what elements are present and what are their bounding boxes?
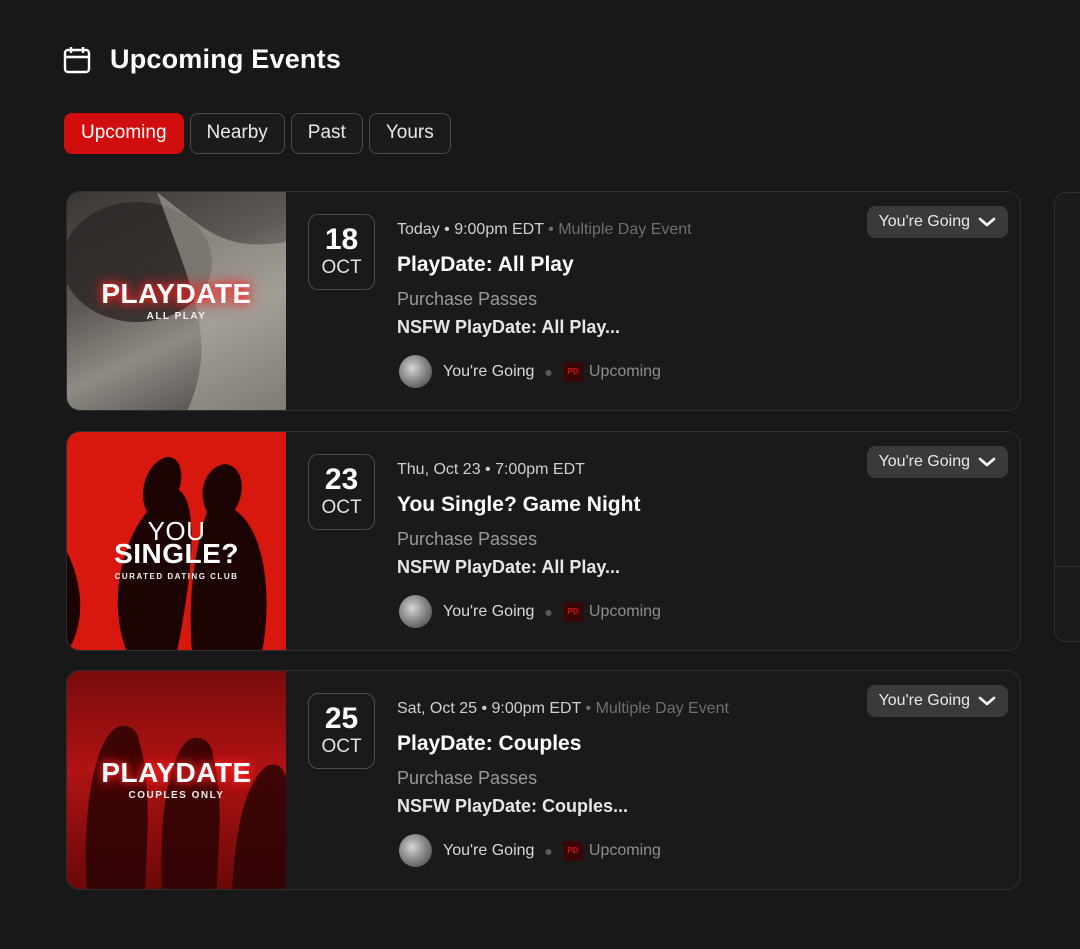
purchase-passes-link[interactable]: Purchase Passes	[397, 529, 537, 550]
event-status: Upcoming	[588, 841, 661, 859]
side-panel	[1054, 192, 1080, 642]
event-meta: Today • 9:00pm EDT • Multiple Day Event	[397, 221, 692, 239]
date-month: OCT	[321, 257, 362, 278]
event-image-subtitle: COUPLES ONLY	[128, 790, 225, 801]
event-image[interactable]: PLAYDATE COUPLES ONLY	[67, 671, 286, 889]
event-image[interactable]: PLAYDATE ALL PLAY	[67, 192, 286, 410]
rsvp-dropdown[interactable]: You're Going	[866, 446, 1008, 478]
event-organizer[interactable]: NSFW PlayDate: All Play...	[397, 317, 620, 338]
event-tabs: Upcoming Nearby Past Yours	[64, 113, 451, 154]
event-card[interactable]: PLAYDATE ALL PLAY 18 OCT Today • 9:00pm …	[66, 191, 1021, 411]
organizer-logo-icon: PD	[562, 840, 583, 861]
date-day: 25	[324, 702, 359, 735]
tab-nearby[interactable]: Nearby	[189, 113, 285, 154]
page-title: Upcoming Events	[110, 44, 342, 74]
event-image-title: PLAYDATE	[101, 278, 252, 309]
tab-yours[interactable]: Yours	[368, 113, 451, 154]
event-datetime: Thu, Oct 23 • 7:00pm EDT	[397, 461, 585, 478]
event-title[interactable]: PlayDate: Couples	[397, 732, 581, 756]
organizer-logo-icon: PD	[562, 601, 583, 622]
avatar[interactable]	[399, 834, 432, 867]
date-month: OCT	[321, 736, 362, 757]
event-image-title: PLAYDATE	[101, 757, 252, 788]
event-organizer[interactable]: NSFW PlayDate: Couples...	[397, 796, 628, 817]
event-footer: You're Going ● PD Upcoming	[399, 834, 661, 867]
event-status: Upcoming	[588, 362, 661, 380]
event-image-title-line2: SINGLE?	[114, 538, 239, 569]
event-card[interactable]: YOU SINGLE? CURATED DATING CLUB 23 OCT T…	[66, 431, 1021, 651]
event-meta: Sat, Oct 25 • 9:00pm EDT • Multiple Day …	[397, 700, 729, 718]
event-meta: Thu, Oct 23 • 7:00pm EDT	[397, 461, 585, 479]
tab-upcoming[interactable]: Upcoming	[64, 113, 184, 154]
attendance-label: You're Going	[443, 841, 535, 859]
page-header: Upcoming Events	[62, 44, 341, 75]
event-footer: You're Going ● PD Upcoming	[399, 595, 661, 628]
chevron-down-icon	[978, 696, 996, 706]
event-card[interactable]: PLAYDATE COUPLES ONLY 25 OCT Sat, Oct 25…	[66, 670, 1021, 890]
event-multiday: • Multiple Day Event	[585, 700, 729, 717]
event-datetime: Sat, Oct 25 • 9:00pm EDT	[397, 700, 582, 717]
date-day: 23	[324, 463, 359, 496]
separator-dot: ●	[544, 842, 553, 859]
calendar-icon	[63, 46, 91, 73]
event-organizer[interactable]: NSFW PlayDate: All Play...	[397, 557, 620, 578]
event-image[interactable]: YOU SINGLE? CURATED DATING CLUB	[67, 432, 286, 650]
rsvp-dropdown[interactable]: You're Going	[866, 685, 1008, 717]
event-title[interactable]: You Single? Game Night	[397, 493, 640, 517]
attendance-label: You're Going	[443, 602, 535, 620]
date-day: 18	[324, 223, 359, 256]
event-datetime: Today • 9:00pm EDT	[397, 221, 544, 238]
separator-dot: ●	[544, 603, 553, 620]
organizer-logo-icon: PD	[562, 361, 583, 382]
rsvp-label: You're Going	[878, 213, 970, 230]
purchase-passes-link[interactable]: Purchase Passes	[397, 768, 537, 789]
chevron-down-icon	[978, 217, 996, 227]
rsvp-dropdown[interactable]: You're Going	[866, 206, 1008, 238]
event-image-subtitle: CURATED DATING CLUB	[114, 572, 239, 581]
date-badge: 23 OCT	[308, 454, 375, 530]
date-month: OCT	[321, 497, 362, 518]
event-title[interactable]: PlayDate: All Play	[397, 253, 574, 277]
rsvp-label: You're Going	[878, 692, 970, 709]
rsvp-label: You're Going	[878, 453, 970, 470]
event-multiday: • Multiple Day Event	[548, 221, 692, 238]
date-badge: 25 OCT	[308, 693, 375, 769]
event-image-subtitle: ALL PLAY	[146, 311, 207, 322]
purchase-passes-link[interactable]: Purchase Passes	[397, 289, 537, 310]
avatar[interactable]	[399, 595, 432, 628]
chevron-down-icon	[978, 457, 996, 467]
event-footer: You're Going ● PD Upcoming	[399, 355, 661, 388]
date-badge: 18 OCT	[308, 214, 375, 290]
separator-dot: ●	[544, 363, 553, 380]
event-status: Upcoming	[588, 602, 661, 620]
tab-past[interactable]: Past	[290, 113, 363, 154]
side-panel-divider	[1055, 566, 1080, 567]
attendance-label: You're Going	[443, 362, 535, 380]
avatar[interactable]	[399, 355, 432, 388]
